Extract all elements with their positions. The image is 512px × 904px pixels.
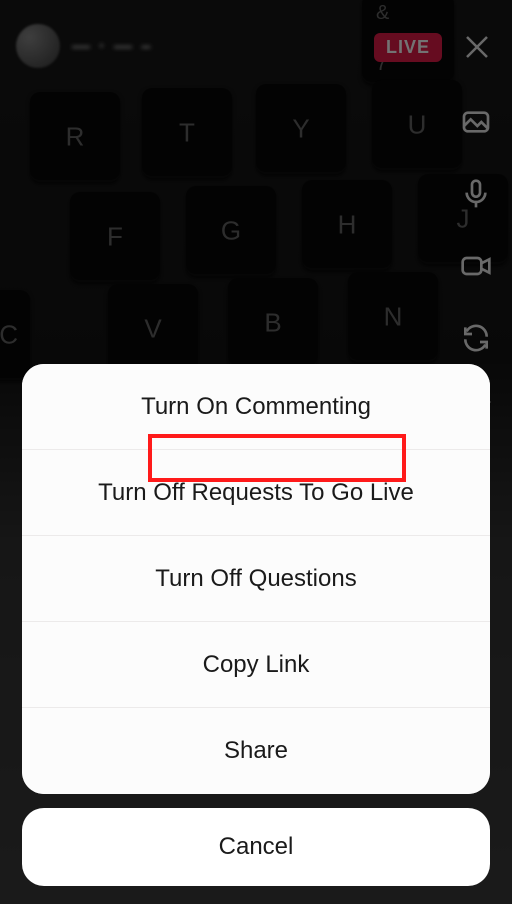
option-turn-on-commenting[interactable]: Turn On Commenting [22,364,490,450]
option-label: Share [224,737,288,765]
action-sheet-options: Turn On Commenting Turn Off Requests To … [22,364,490,794]
option-label: Turn Off Requests To Go Live [98,479,414,507]
cancel-button[interactable]: Cancel [22,808,490,886]
live-stream-screen: & 7 R T Y U F G H J C V B N — · — – LIVE [0,0,512,904]
option-label: Turn Off Questions [155,565,356,593]
cancel-label: Cancel [219,833,294,861]
option-share[interactable]: Share [22,708,490,794]
option-label: Copy Link [203,651,310,679]
option-turn-off-requests[interactable]: Turn Off Requests To Go Live [22,450,490,536]
option-label: Turn On Commenting [141,393,371,421]
option-copy-link[interactable]: Copy Link [22,622,490,708]
action-sheet: Turn On Commenting Turn Off Requests To … [22,364,490,886]
option-turn-off-questions[interactable]: Turn Off Questions [22,536,490,622]
